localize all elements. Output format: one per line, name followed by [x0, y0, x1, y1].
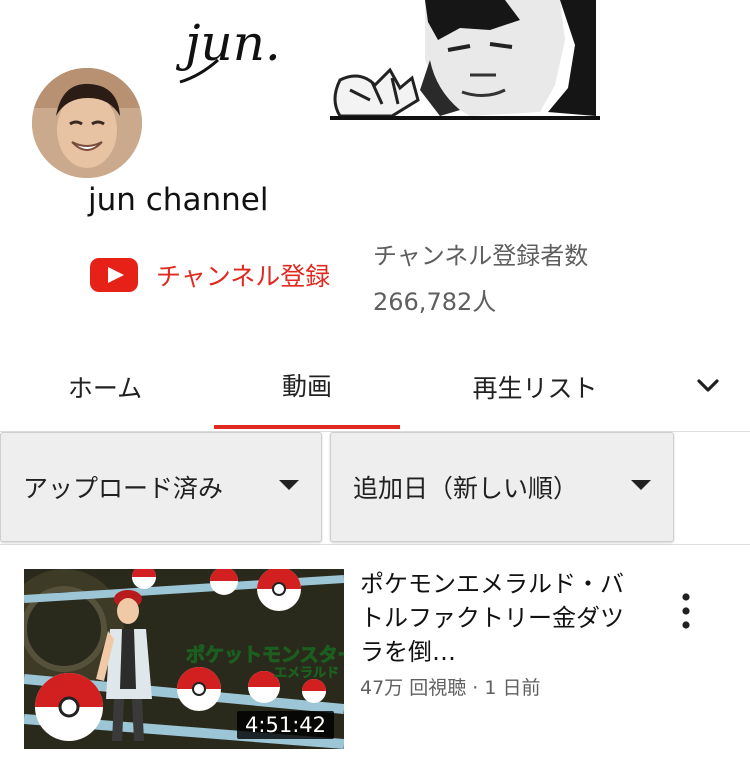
tab-playlists[interactable]: 再生リスト — [450, 345, 620, 429]
subscriber-count-label: チャンネル登録者数 — [373, 242, 589, 270]
sort-order-label: 追加日（新しい順） — [353, 474, 579, 503]
thumb-logo-bottom: エメラルド — [274, 666, 339, 681]
video-thumbnail[interactable]: ポケットモンスター エメラルド 4:51:42 — [24, 569, 344, 749]
sort-filters: アップロード済み 追加日（新しい順） — [0, 432, 750, 545]
tab-home[interactable]: ホーム — [40, 345, 170, 429]
avatar-photo — [32, 68, 142, 178]
upload-filter-label: アップロード済み — [23, 474, 224, 503]
tab-videos[interactable]: 動画 — [214, 345, 400, 429]
thumb-logo-top: ポケットモンスター — [186, 643, 344, 666]
sort-order-dropdown[interactable]: 追加日（新しい順） — [330, 432, 674, 542]
channel-name: jun channel — [88, 182, 269, 218]
subscriber-count: 266,782人 — [373, 288, 497, 316]
video-meta: 47万 回視聴 · 1 日前 — [360, 677, 541, 699]
youtube-play-icon — [90, 258, 138, 292]
video-duration: 4:51:42 — [237, 711, 334, 739]
tab-videos-label: 動画 — [281, 372, 332, 401]
tab-home-label: ホーム — [67, 374, 143, 403]
dropdown-caret-icon — [631, 480, 651, 490]
channel-tabs: ホーム 動画 再生リスト — [0, 345, 750, 432]
banner-signature: jun. — [175, 14, 281, 72]
subscribe-button[interactable]: チャンネル登録 — [90, 250, 330, 300]
more-options-icon[interactable] — [672, 591, 700, 631]
tab-playlists-label: 再生リスト — [472, 374, 598, 403]
subscribe-label: チャンネル登録 — [156, 262, 331, 291]
channel-avatar[interactable] — [32, 68, 142, 178]
upload-filter-dropdown[interactable]: アップロード済み — [0, 432, 322, 542]
chevron-down-icon[interactable] — [694, 371, 722, 399]
video-list-item[interactable]: ポケットモンスター エメラルド 4:51:42 ポケモンエメラルド・バトルファク… — [0, 545, 750, 760]
video-title[interactable]: ポケモンエメラルド・バトルファクトリー金ダツラを倒… — [360, 567, 630, 669]
dropdown-caret-icon — [279, 480, 299, 490]
